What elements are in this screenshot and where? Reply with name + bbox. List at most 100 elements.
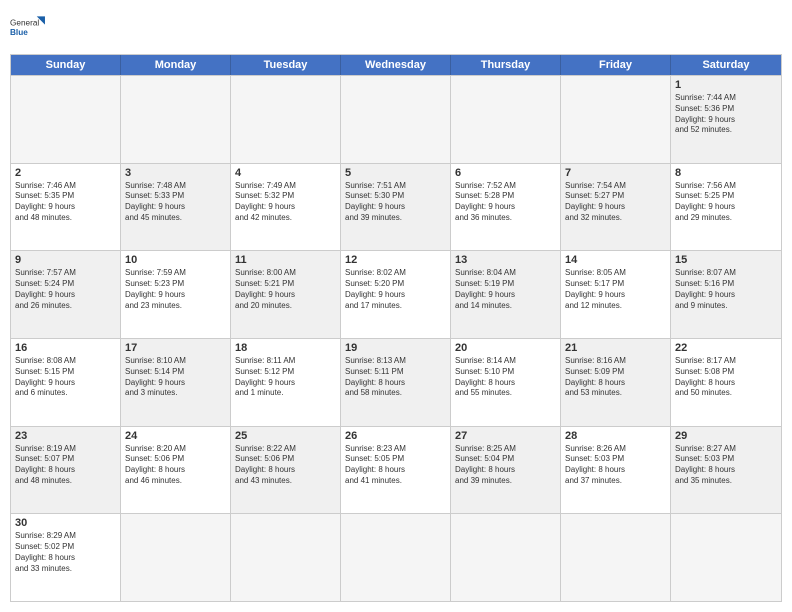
svg-text:Blue: Blue (10, 28, 28, 37)
day-info: Sunrise: 8:13 AM Sunset: 5:11 PM Dayligh… (345, 356, 446, 399)
cal-cell (451, 76, 561, 163)
cal-cell (231, 514, 341, 601)
header-day-saturday: Saturday (671, 55, 781, 75)
cal-cell: 27Sunrise: 8:25 AM Sunset: 5:04 PM Dayli… (451, 427, 561, 514)
calendar-header-row: SundayMondayTuesdayWednesdayThursdayFrid… (11, 55, 781, 75)
day-info: Sunrise: 8:25 AM Sunset: 5:04 PM Dayligh… (455, 444, 556, 487)
day-info: Sunrise: 7:56 AM Sunset: 5:25 PM Dayligh… (675, 181, 777, 224)
header-day-tuesday: Tuesday (231, 55, 341, 75)
day-info: Sunrise: 7:49 AM Sunset: 5:32 PM Dayligh… (235, 181, 336, 224)
cal-cell: 15 Sunrise: 8:07 AM Sunset: 5:16 PM Dayli… (671, 251, 781, 338)
cal-cell (341, 76, 451, 163)
cal-cell (451, 514, 561, 601)
cal-cell: 23 Sunrise: 8:19 AM Sunset: 5:07 PM Dayli… (11, 427, 121, 514)
header-day-sunday: Sunday (11, 55, 121, 75)
cal-row-2: 9Sunrise: 7:57 AM Sunset: 5:24 PM Daylig… (11, 250, 781, 338)
day-number: 28 (565, 430, 666, 442)
day-info: Sunrise: 8:19 AM Sunset: 5:07 PM Dayligh… (15, 444, 116, 487)
day-number: 20 (455, 342, 556, 354)
day-info: Sunrise: 7:44 AM Sunset: 5:36 PM Dayligh… (675, 93, 777, 136)
cal-cell: 18Sunrise: 8:11 AM Sunset: 5:12 PM Dayli… (231, 339, 341, 426)
day-number: 11 (235, 254, 336, 266)
day-info: Sunrise: 7:52 AM Sunset: 5:28 PM Dayligh… (455, 181, 556, 224)
svg-text:General: General (10, 19, 39, 28)
cal-row-5: 30 Sunrise: 8:29 AM Sunset: 5:02 PM Dayli… (11, 513, 781, 601)
cal-cell: 21 Sunrise: 8:16 AM Sunset: 5:09 PM Dayli… (561, 339, 671, 426)
day-number: 13 (455, 254, 556, 266)
day-number: 30 (15, 517, 116, 529)
cal-cell: 19 Sunrise: 8:13 AM Sunset: 5:11 PM Dayli… (341, 339, 451, 426)
day-number: 3 (125, 167, 226, 179)
day-info: Sunrise: 8:29 AM Sunset: 5:02 PM Dayligh… (15, 531, 116, 574)
header-day-monday: Monday (121, 55, 231, 75)
day-info: Sunrise: 7:48 AM Sunset: 5:33 PM Dayligh… (125, 181, 226, 224)
calendar-body: 1 Sunrise: 7:44 AM Sunset: 5:36 PM Daylig… (11, 75, 781, 601)
cal-cell: 28Sunrise: 8:26 AM Sunset: 5:03 PM Dayli… (561, 427, 671, 514)
day-number: 18 (235, 342, 336, 354)
day-number: 21 (565, 342, 666, 354)
day-number: 5 (345, 167, 446, 179)
day-number: 14 (565, 254, 666, 266)
day-info: Sunrise: 8:23 AM Sunset: 5:05 PM Dayligh… (345, 444, 446, 487)
day-info: Sunrise: 8:04 AM Sunset: 5:19 PM Dayligh… (455, 268, 556, 311)
day-number: 8 (675, 167, 777, 179)
cal-cell (671, 514, 781, 601)
cal-cell: 9Sunrise: 7:57 AM Sunset: 5:24 PM Daylig… (11, 251, 121, 338)
day-info: Sunrise: 7:51 AM Sunset: 5:30 PM Dayligh… (345, 181, 446, 224)
cal-cell: 16Sunrise: 8:08 AM Sunset: 5:15 PM Dayli… (11, 339, 121, 426)
cal-row-1: 2Sunrise: 7:46 AM Sunset: 5:35 PM Daylig… (11, 163, 781, 251)
day-info: Sunrise: 8:20 AM Sunset: 5:06 PM Dayligh… (125, 444, 226, 487)
cal-cell: 24 Sunrise: 8:20 AM Sunset: 5:06 PM Dayli… (121, 427, 231, 514)
day-info: Sunrise: 8:14 AM Sunset: 5:10 PM Dayligh… (455, 356, 556, 399)
cal-cell: 8 Sunrise: 7:56 AM Sunset: 5:25 PM Daylig… (671, 164, 781, 251)
cal-cell: 26Sunrise: 8:23 AM Sunset: 5:05 PM Dayli… (341, 427, 451, 514)
day-number: 29 (675, 430, 777, 442)
cal-cell: 3 Sunrise: 7:48 AM Sunset: 5:33 PM Daylig… (121, 164, 231, 251)
day-info: Sunrise: 7:54 AM Sunset: 5:27 PM Dayligh… (565, 181, 666, 224)
day-info: Sunrise: 8:05 AM Sunset: 5:17 PM Dayligh… (565, 268, 666, 311)
cal-row-3: 16Sunrise: 8:08 AM Sunset: 5:15 PM Dayli… (11, 338, 781, 426)
header-day-friday: Friday (561, 55, 671, 75)
day-number: 10 (125, 254, 226, 266)
cal-cell: 14 Sunrise: 8:05 AM Sunset: 5:17 PM Dayli… (561, 251, 671, 338)
cal-cell (121, 76, 231, 163)
cal-cell: 4 Sunrise: 7:49 AM Sunset: 5:32 PM Daylig… (231, 164, 341, 251)
day-info: Sunrise: 7:57 AM Sunset: 5:24 PM Dayligh… (15, 268, 116, 311)
day-number: 15 (675, 254, 777, 266)
cal-cell (121, 514, 231, 601)
day-info: Sunrise: 8:10 AM Sunset: 5:14 PM Dayligh… (125, 356, 226, 399)
cal-cell: 6 Sunrise: 7:52 AM Sunset: 5:28 PM Daylig… (451, 164, 561, 251)
day-number: 19 (345, 342, 446, 354)
cal-cell: 10Sunrise: 7:59 AM Sunset: 5:23 PM Dayli… (121, 251, 231, 338)
day-info: Sunrise: 8:17 AM Sunset: 5:08 PM Dayligh… (675, 356, 777, 399)
cal-cell: 1 Sunrise: 7:44 AM Sunset: 5:36 PM Daylig… (671, 76, 781, 163)
header-day-wednesday: Wednesday (341, 55, 451, 75)
day-number: 12 (345, 254, 446, 266)
day-info: Sunrise: 8:27 AM Sunset: 5:03 PM Dayligh… (675, 444, 777, 487)
day-number: 22 (675, 342, 777, 354)
cal-cell: 2Sunrise: 7:46 AM Sunset: 5:35 PM Daylig… (11, 164, 121, 251)
cal-cell: 30 Sunrise: 8:29 AM Sunset: 5:02 PM Dayli… (11, 514, 121, 601)
day-info: Sunrise: 8:22 AM Sunset: 5:06 PM Dayligh… (235, 444, 336, 487)
day-info: Sunrise: 7:46 AM Sunset: 5:35 PM Dayligh… (15, 181, 116, 224)
day-info: Sunrise: 8:16 AM Sunset: 5:09 PM Dayligh… (565, 356, 666, 399)
cal-cell (341, 514, 451, 601)
day-info: Sunrise: 8:02 AM Sunset: 5:20 PM Dayligh… (345, 268, 446, 311)
header: GeneralBlue (10, 10, 782, 46)
day-info: Sunrise: 8:08 AM Sunset: 5:15 PM Dayligh… (15, 356, 116, 399)
day-number: 23 (15, 430, 116, 442)
cal-cell: 5 Sunrise: 7:51 AM Sunset: 5:30 PM Daylig… (341, 164, 451, 251)
day-number: 24 (125, 430, 226, 442)
day-info: Sunrise: 8:07 AM Sunset: 5:16 PM Dayligh… (675, 268, 777, 311)
cal-cell: 25Sunrise: 8:22 AM Sunset: 5:06 PM Dayli… (231, 427, 341, 514)
logo-icon: GeneralBlue (10, 10, 46, 46)
logo: GeneralBlue (10, 10, 46, 46)
page: GeneralBlue SundayMondayTuesdayWednesday… (0, 0, 792, 612)
day-number: 1 (675, 79, 777, 91)
day-number: 6 (455, 167, 556, 179)
day-number: 17 (125, 342, 226, 354)
day-info: Sunrise: 8:00 AM Sunset: 5:21 PM Dayligh… (235, 268, 336, 311)
day-number: 4 (235, 167, 336, 179)
cal-cell: 29 Sunrise: 8:27 AM Sunset: 5:03 PM Dayli… (671, 427, 781, 514)
header-day-thursday: Thursday (451, 55, 561, 75)
